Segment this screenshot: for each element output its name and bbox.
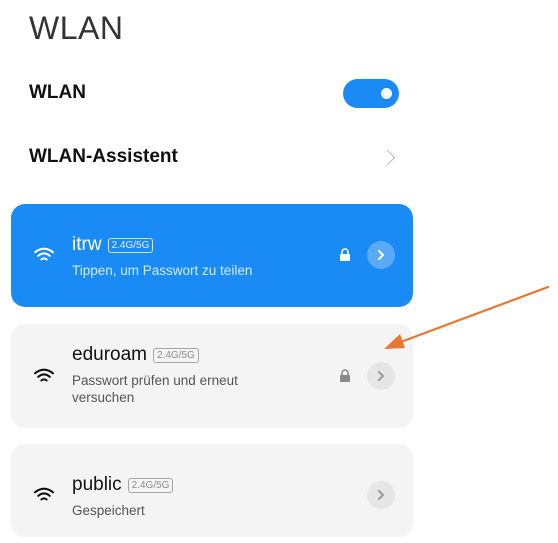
band-badge: 2.4G/5G	[127, 477, 174, 493]
lock-icon	[340, 369, 350, 382]
network-card-public[interactable]: public 2.4G/5G Gespeichert	[11, 444, 413, 537]
chevron-right-icon	[378, 371, 384, 381]
wifi-icon	[34, 487, 54, 501]
wlan-assistant-label: WLAN-Assistent	[29, 146, 178, 167]
chevron-right-icon	[379, 149, 396, 165]
network-detail-button[interactable]	[367, 362, 395, 390]
network-card-itrw[interactable]: itrw 2.4G/5G Tippen, um Passwort zu teil…	[11, 204, 413, 307]
network-status: Passwort prüfen und erneut versuchen	[72, 373, 238, 405]
network-name: itrw	[72, 234, 102, 255]
network-status: Gespeichert	[72, 503, 145, 518]
network-name: eduroam	[72, 344, 147, 365]
network-detail-button[interactable]	[367, 241, 395, 269]
network-name: public	[72, 474, 122, 495]
band-badge: 2.4G/5G	[153, 347, 199, 363]
wlan-label: WLAN	[29, 82, 86, 103]
network-card-eduroam[interactable]: eduroam 2.4G/5G Passwort prüfen und erne…	[11, 324, 413, 428]
chevron-right-icon	[378, 250, 384, 260]
lock-icon	[340, 248, 350, 261]
wlan-assistant-row[interactable]: WLAN-Assistent	[29, 137, 399, 177]
toggle-knob	[381, 87, 392, 99]
network-detail-button[interactable]	[367, 481, 395, 509]
network-status: Tippen, um Passwort zu teilen	[72, 263, 253, 278]
wlan-toggle-switch[interactable]	[343, 78, 399, 108]
wlan-toggle-row[interactable]: WLAN	[29, 73, 399, 113]
wifi-icon	[34, 368, 54, 382]
wifi-icon	[34, 247, 54, 261]
page-title: WLAN	[29, 10, 124, 46]
band-badge: 2.4G/5G	[107, 237, 154, 253]
chevron-right-icon	[378, 490, 384, 500]
